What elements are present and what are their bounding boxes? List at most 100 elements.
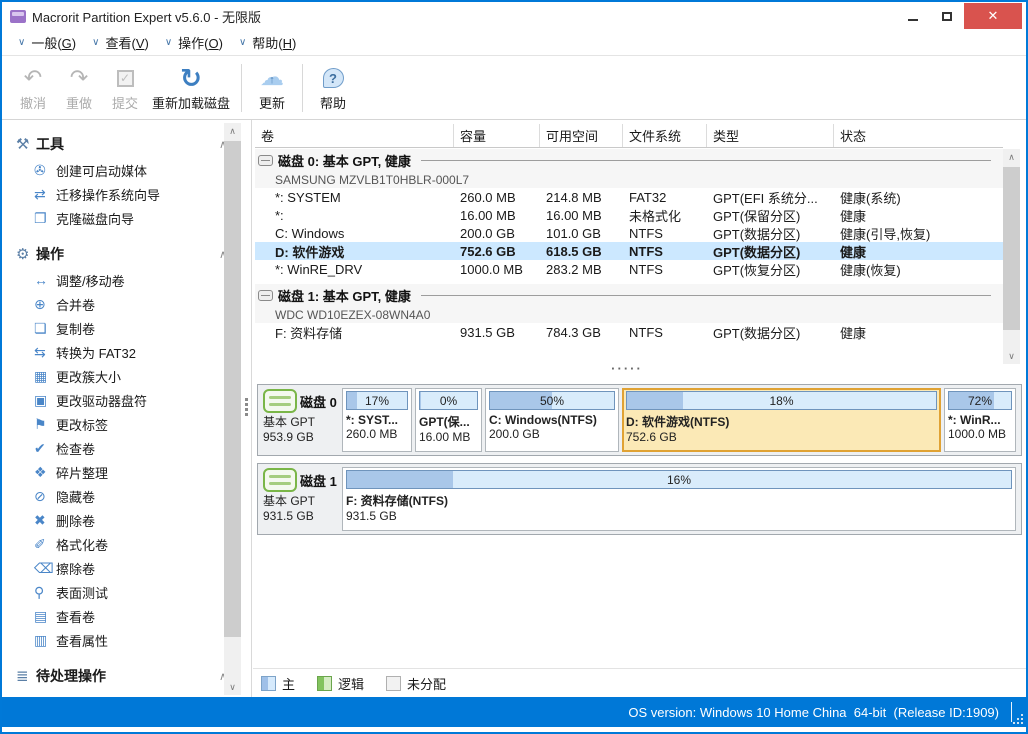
primary-swatch-icon	[261, 676, 276, 691]
column-header-volume[interactable]: 卷	[255, 124, 454, 147]
help-button[interactable]: ? 帮助	[310, 60, 356, 116]
sidebar-item[interactable]: ⇄迁移操作系统向导	[2, 182, 251, 206]
sidebar-item[interactable]: ❏复制卷	[2, 316, 251, 340]
reload-disks-button[interactable]: ↻ 重新加载磁盘	[148, 60, 234, 116]
partition-block[interactable]: 72%*: WinR...1000.0 MB	[944, 388, 1016, 452]
undo-button[interactable]: ↶ 撤消	[10, 60, 56, 116]
commit-button[interactable]: ✓ 提交	[102, 60, 148, 116]
maximize-button[interactable]	[930, 3, 964, 29]
column-header-free-space[interactable]: 可用空间	[540, 124, 623, 147]
main-panel: 卷 容量 可用空间 文件系统 类型 状态 磁盘 0: 基本 GPT, 健康SAM…	[253, 120, 1026, 697]
sidebar-item[interactable]: ⊘隐藏卷	[2, 484, 251, 508]
table-scrollbar[interactable]: ∧ ∨	[1003, 149, 1020, 364]
column-header-status[interactable]: 状态	[834, 124, 1003, 147]
disk-map-panel: 磁盘 0基本 GPT953.9 GB17%*: SYST...260.0 MB0…	[257, 384, 1022, 542]
disk-band: 磁盘 1基本 GPT931.5 GB16%F: 资料存储(NTFS)931.5 …	[257, 463, 1022, 535]
convert-icon: ⇆	[34, 344, 56, 361]
volume-cell: C: Windows	[255, 224, 454, 242]
capacity-cell: 1000.0 MB	[454, 260, 540, 278]
resize-grip[interactable]	[1013, 714, 1023, 724]
partition-name: D: 软件游戏(NTFS)	[626, 413, 937, 430]
scroll-up-icon[interactable]: ∧	[1003, 149, 1020, 165]
free-space-cell: 784.3 GB	[540, 323, 623, 341]
sidebar-splitter-handle[interactable]	[243, 396, 249, 418]
sidebar-item-label: 碎片整理	[56, 463, 108, 482]
status-cell: 健康(恢复)	[834, 260, 1003, 278]
sidebar-item[interactable]: ✖删除卷	[2, 508, 251, 532]
usage-bar: 72%	[948, 391, 1012, 410]
status-cell: 健康(引导,恢复)	[834, 224, 1003, 242]
partition-size: 200.0 GB	[489, 427, 615, 441]
type-cell: GPT(恢复分区)	[707, 260, 834, 278]
menu-general[interactable]: ∨ 一般(G)	[12, 33, 86, 52]
panel-splitter-handle[interactable]: ·····	[253, 364, 1001, 374]
partition-block[interactable]: 50%C: Windows(NTFS)200.0 GB	[485, 388, 619, 452]
filesystem-cell: NTFS	[623, 323, 707, 341]
os-version-text: OS version: Windows 10 Home China 64-bit…	[628, 705, 999, 720]
disk-group-header[interactable]: 磁盘 0: 基本 GPT, 健康	[255, 149, 1003, 171]
sidebar-item[interactable]: ❖碎片整理	[2, 460, 251, 484]
table-row[interactable]: F: 资料存储931.5 GB784.3 GBNTFSGPT(数据分区)健康	[255, 323, 1003, 341]
minimize-button[interactable]	[896, 3, 930, 29]
scroll-down-icon[interactable]: ∨	[1003, 348, 1020, 364]
sidebar-section-header-0[interactable]: ⚒工具∧	[2, 130, 251, 158]
sidebar-item[interactable]: ▣更改驱动器盘符	[2, 388, 251, 412]
sidebar-item[interactable]: ✐格式化卷	[2, 532, 251, 556]
table-row[interactable]: D: 软件游戏752.6 GB618.5 GBNTFSGPT(数据分区)健康	[255, 242, 1003, 260]
sidebar-scrollbar-thumb[interactable]	[224, 141, 241, 637]
sidebar-item[interactable]: ▥查看属性	[2, 628, 251, 652]
sidebar-item[interactable]: ✇创建可启动媒体	[2, 158, 251, 182]
disk-info: 磁盘 0基本 GPT953.9 GB	[258, 385, 340, 455]
usage-bar: 0%	[419, 391, 478, 410]
column-header-type[interactable]: 类型	[707, 124, 834, 147]
scroll-up-icon[interactable]: ∧	[224, 123, 241, 139]
sidebar-section-header-2[interactable]: ≣待处理操作∧	[2, 662, 251, 690]
sidebar-item[interactable]: ⚑更改标签	[2, 412, 251, 436]
table-row[interactable]: *: WinRE_DRV1000.0 MB283.2 MBNTFSGPT(恢复分…	[255, 260, 1003, 278]
redo-button[interactable]: ↷ 重做	[56, 60, 102, 116]
sidebar-item[interactable]: ⚲表面测试	[2, 580, 251, 604]
sidebar-item[interactable]: ❐克隆磁盘向导	[2, 206, 251, 230]
legend-unallocated: 未分配	[386, 674, 446, 693]
sidebar-scrollbar[interactable]: ∧ ∨	[224, 123, 241, 695]
sidebar-item[interactable]: ⇆转换为 FAT32	[2, 340, 251, 364]
undo-icon: ↶	[24, 67, 42, 89]
table-row[interactable]: *:16.00 MB16.00 MB未格式化GPT(保留分区)健康	[255, 206, 1003, 224]
menu-view[interactable]: ∨ 查看(V)	[86, 33, 159, 52]
column-header-filesystem[interactable]: 文件系统	[623, 124, 707, 147]
sidebar-item-label: 删除卷	[56, 511, 95, 530]
update-button[interactable]: ☁↑ 更新	[249, 60, 295, 116]
disk-model-text: WDC WD10EZEX-08WN4A0	[255, 306, 1003, 323]
table-scrollbar-thumb[interactable]	[1003, 167, 1020, 330]
titlebar: Macrorit Partition Expert v5.6.0 - 无限版 ✕	[2, 2, 1026, 30]
redo-icon: ↷	[70, 67, 88, 89]
partition-size: 752.6 GB	[626, 430, 937, 444]
sidebar-item[interactable]: ⌫擦除卷	[2, 556, 251, 580]
menu-operations[interactable]: ∨ 操作(O)	[159, 33, 233, 52]
disk-group-header[interactable]: 磁盘 1: 基本 GPT, 健康	[255, 284, 1003, 306]
table-row[interactable]: C: Windows200.0 GB101.0 GBNTFSGPT(数据分区)健…	[255, 224, 1003, 242]
volume-table: 磁盘 0: 基本 GPT, 健康SAMSUNG MZVLB1T0HBLR-000…	[255, 149, 1003, 341]
sidebar-item-label: 查看卷	[56, 607, 95, 626]
menu-help[interactable]: ∨ 帮助(H)	[233, 33, 306, 52]
sidebar-item[interactable]: ↔调整/移动卷	[2, 268, 251, 292]
app-window: Macrorit Partition Expert v5.6.0 - 无限版 ✕…	[0, 0, 1028, 734]
sidebar-item[interactable]: ▦更改簇大小	[2, 364, 251, 388]
sidebar-item[interactable]: ⊕合并卷	[2, 292, 251, 316]
table-row[interactable]: *: SYSTEM260.0 MB214.8 MBFAT32GPT(EFI 系统…	[255, 188, 1003, 206]
column-header-capacity[interactable]: 容量	[454, 124, 540, 147]
partition-block[interactable]: 17%*: SYST...260.0 MB	[342, 388, 412, 452]
close-button[interactable]: ✕	[964, 3, 1022, 29]
hide-volume-icon: ⊘	[34, 488, 56, 505]
sidebar-section-header-1[interactable]: ⚙操作∧	[2, 240, 251, 268]
sidebar-item[interactable]: ✔检查卷	[2, 436, 251, 460]
partition-block[interactable]: 0%GPT(保...16.00 MB	[415, 388, 482, 452]
usage-bar: 16%	[346, 470, 1012, 489]
partition-block[interactable]: 18%D: 软件游戏(NTFS)752.6 GB	[622, 388, 941, 452]
disk-label: 磁盘 1	[300, 471, 337, 490]
partition-block[interactable]: 16%F: 资料存储(NTFS)931.5 GB	[342, 467, 1016, 531]
scroll-down-icon[interactable]: ∨	[224, 679, 241, 695]
sidebar-item[interactable]: ▤查看卷	[2, 604, 251, 628]
view-volume-icon: ▤	[34, 608, 56, 625]
status-cell: 健康	[834, 206, 1003, 224]
